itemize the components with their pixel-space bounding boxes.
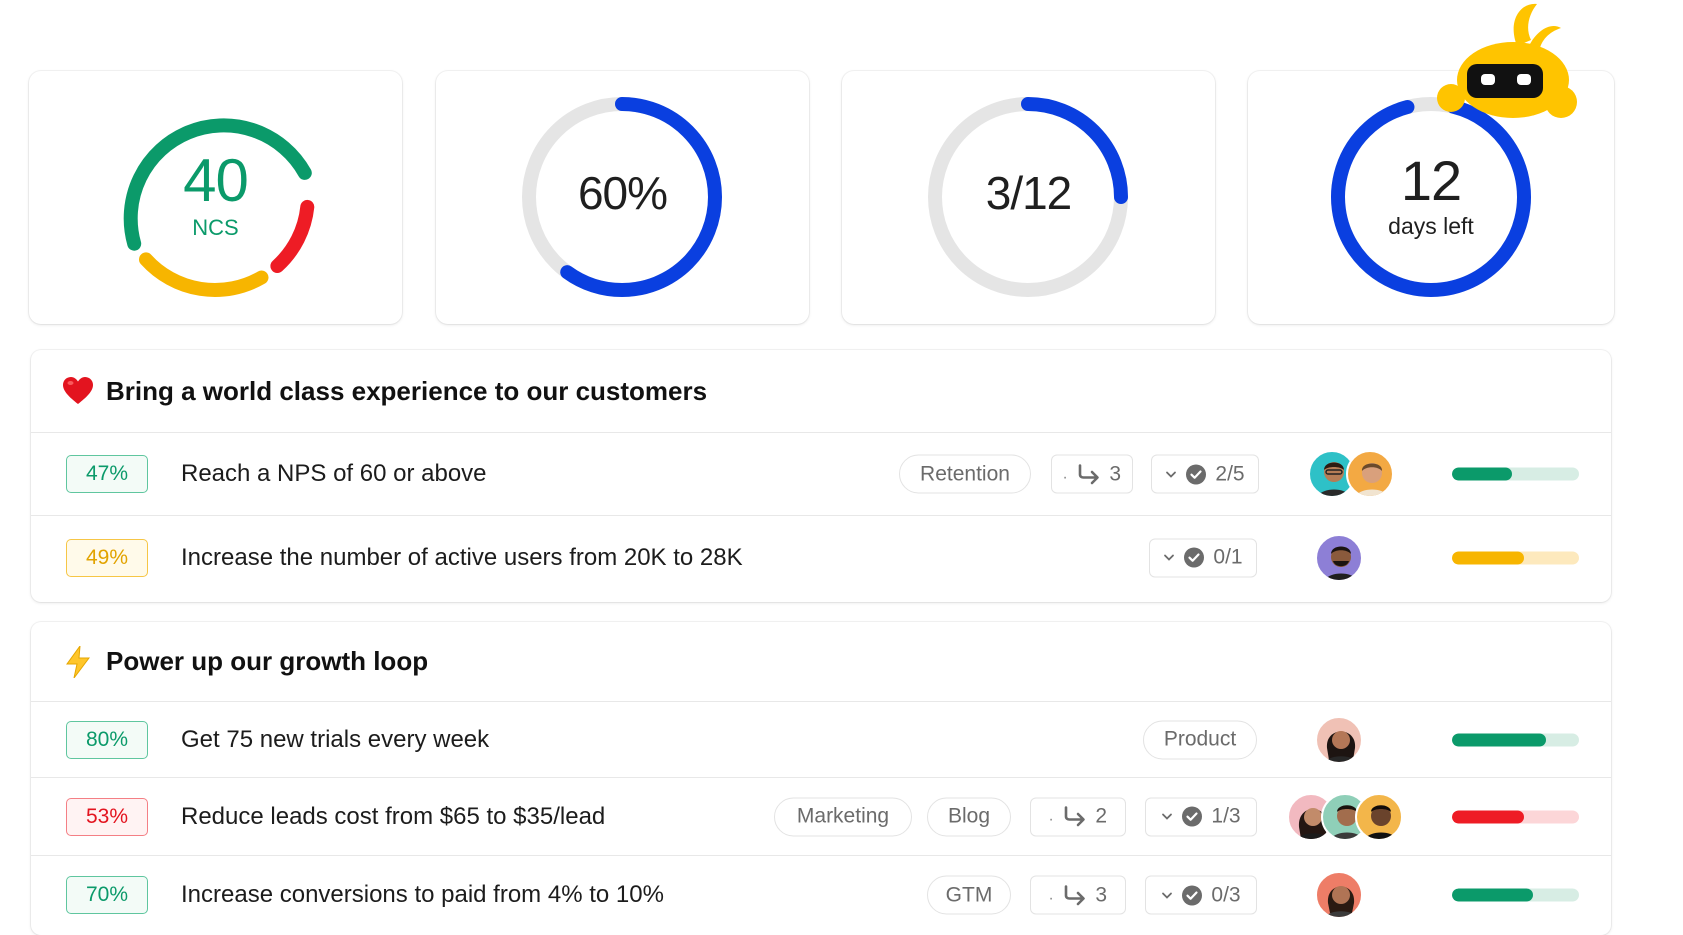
tag-marketing[interactable]: Marketing [774, 797, 912, 836]
objective-header[interactable]: Power up our growth loop [31, 622, 1611, 702]
avatar[interactable] [1315, 715, 1363, 764]
dot-icon: . [1048, 886, 1054, 903]
key-result-title[interactable]: Increase conversions to paid from 4% to … [181, 881, 664, 909]
tag-product[interactable]: Product [1143, 720, 1257, 759]
assignee-avatars[interactable] [1287, 792, 1407, 841]
mascot-icon [1437, 3, 1577, 118]
chevron-down-icon [1162, 813, 1173, 820]
assignee-avatars[interactable] [1308, 450, 1398, 498]
percent-badge: 70% [66, 876, 148, 914]
progress-bar [1452, 810, 1579, 823]
objective-header[interactable]: Bring a world class experience to our cu… [31, 350, 1611, 433]
progress-bar [1452, 551, 1579, 564]
days-label: days left [1388, 213, 1474, 239]
percent-badge: 49% [66, 538, 148, 577]
progress-bar [1452, 888, 1579, 902]
checklist-count: 2/5 [1215, 462, 1245, 485]
key-result-row[interactable]: 80% Get 75 new trials every week Product [31, 702, 1611, 778]
subtask-arrow-icon [1065, 806, 1086, 827]
ncs-label: NCS [192, 215, 239, 240]
lightning-icon [62, 645, 94, 678]
progress-bar-fill [1452, 810, 1525, 823]
checklist-chip[interactable]: 0/3 [1145, 875, 1257, 915]
checklist-chip[interactable]: 0/1 [1149, 538, 1257, 577]
dot-icon: . [1062, 465, 1068, 482]
assignee-avatars[interactable] [1315, 533, 1363, 582]
check-circle-icon [1186, 464, 1207, 484]
progress-bar-fill [1452, 733, 1546, 746]
days-value: 12 [1400, 149, 1462, 212]
assignee-avatars[interactable] [1315, 715, 1363, 764]
key-result-title[interactable]: Get 75 new trials every week [181, 726, 489, 754]
checklist-count: 0/1 [1213, 545, 1243, 569]
key-result-title[interactable]: Reduce leads cost from $65 to $35/lead [181, 803, 605, 831]
progress-bar [1452, 467, 1579, 481]
objective-title: Bring a world class experience to our cu… [106, 375, 708, 406]
checklist-chip[interactable]: 2/5 [1151, 454, 1259, 494]
key-result-row[interactable]: 70% Increase conversions to paid from 4%… [31, 856, 1611, 934]
subtasks-count: 2 [1095, 804, 1108, 828]
avatar[interactable] [1355, 792, 1403, 841]
key-result-title[interactable]: Reach a NPS of 60 or above [181, 460, 487, 488]
chevron-down-icon [1162, 892, 1173, 899]
key-result-row[interactable]: 53% Reduce leads cost from $65 to $35/le… [31, 778, 1611, 856]
subtasks-count: 3 [1109, 462, 1122, 485]
objective-growth-loop: Power up our growth loop 80% Get 75 new … [31, 622, 1611, 935]
ncs-value: 40 [183, 147, 249, 214]
progress-bar [1452, 733, 1579, 746]
checklist-chip[interactable]: 1/3 [1145, 797, 1257, 836]
chevron-down-icon [1166, 471, 1177, 478]
percent-badge: 80% [66, 720, 148, 759]
key-result-row[interactable]: 47% Reach a NPS of 60 or above Retention… [31, 433, 1611, 516]
chevron-down-icon [1164, 554, 1175, 561]
kpi-row: 40 NCS 60% 3/12 12 days left [29, 71, 1614, 324]
heart-icon [62, 375, 94, 407]
key-result-row[interactable]: 49% Increase the number of active users … [31, 516, 1611, 599]
ncs-card[interactable]: 40 NCS [29, 71, 402, 324]
subtask-arrow-icon [1065, 884, 1086, 905]
percent-badge: 53% [66, 797, 148, 836]
percent-badge: 47% [66, 455, 148, 493]
progress-value: 60% [577, 167, 668, 219]
progress-card[interactable]: 60% [436, 71, 809, 324]
subtasks-chip[interactable]: . 2 [1030, 797, 1126, 836]
avatar[interactable] [1346, 450, 1394, 498]
progress-bar-fill [1452, 888, 1534, 902]
subtask-arrow-icon [1079, 463, 1100, 484]
tag-gtm[interactable]: GTM [927, 875, 1011, 915]
objective-title: Power up our growth loop [106, 646, 429, 676]
tag-retention[interactable]: Retention [899, 454, 1031, 494]
assignee-avatars[interactable] [1315, 871, 1363, 919]
avatar[interactable] [1315, 533, 1363, 582]
subtasks-chip[interactable]: . 3 [1051, 454, 1133, 494]
ncs-yellow-arc [139, 252, 269, 297]
subtasks-chip[interactable]: . 3 [1030, 875, 1126, 915]
checklist-count: 1/3 [1211, 804, 1241, 828]
check-circle-icon [1182, 885, 1203, 905]
progress-bar-fill [1452, 467, 1512, 481]
check-circle-icon [1184, 547, 1205, 568]
tag-blog[interactable]: Blog [927, 797, 1011, 836]
subtasks-count: 3 [1095, 883, 1108, 906]
key-result-title[interactable]: Increase the number of active users from… [181, 544, 743, 572]
objective-customer-experience: Bring a world class experience to our cu… [31, 350, 1611, 602]
progress-bar-fill [1452, 551, 1525, 564]
count-value: 3/12 [985, 167, 1073, 219]
avatar[interactable] [1315, 871, 1363, 919]
count-card[interactable]: 3/12 [842, 71, 1215, 324]
check-circle-icon [1182, 806, 1203, 827]
dot-icon: . [1048, 807, 1054, 825]
checklist-count: 0/3 [1211, 883, 1241, 906]
